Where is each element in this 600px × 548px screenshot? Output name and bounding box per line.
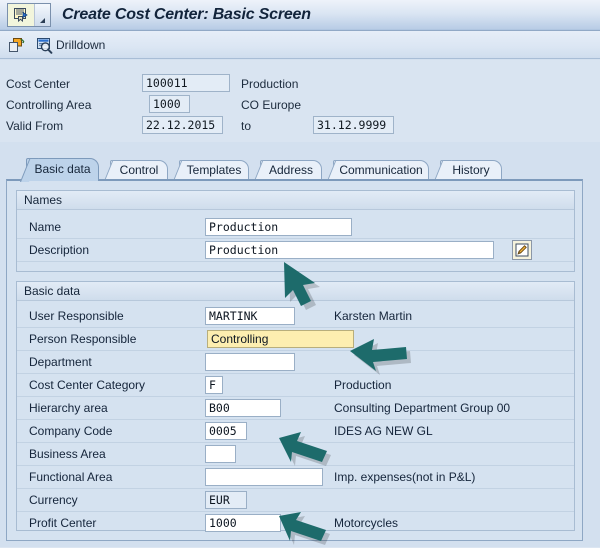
name-input[interactable]: Production xyxy=(205,218,352,236)
tab-address-label: Address xyxy=(268,163,314,177)
group-names: Names Name Production Description Produc… xyxy=(16,190,575,272)
profit-center-label: Profit Center xyxy=(29,516,97,530)
tab-history-label: History xyxy=(452,163,490,177)
sap-menu-icon xyxy=(8,4,35,26)
drilldown-label: Drilldown xyxy=(56,38,106,52)
system-menu-dropdown[interactable] xyxy=(35,4,50,26)
tab-address[interactable]: Address xyxy=(260,160,322,180)
tab-basic-data-label: Basic data xyxy=(34,162,91,176)
tab-templates[interactable]: Templates xyxy=(179,160,249,180)
tab-basic-data[interactable]: Basic data xyxy=(26,158,99,181)
description-label: Description xyxy=(29,243,90,257)
business-area-input[interactable] xyxy=(205,445,236,463)
copy-object-button[interactable] xyxy=(8,35,26,55)
company-code-label: Company Code xyxy=(29,424,113,438)
drilldown-button[interactable]: Drilldown xyxy=(36,35,105,55)
application-toolbar: Drilldown xyxy=(0,31,600,59)
group-basic-data-header: Basic data xyxy=(17,282,574,301)
valid-to-label: to xyxy=(241,119,252,133)
cost-center-description-text: Production xyxy=(241,77,299,91)
valid-from-input[interactable]: 22.12.2015 xyxy=(142,116,223,134)
person-responsible-input[interactable]: Controlling xyxy=(207,330,354,348)
field-row-name: Name Production xyxy=(17,216,574,239)
page-title: Create Cost Center: Basic Screen xyxy=(62,6,311,23)
field-row-hierarchy-area: Hierarchy area B00 Consulting Department… xyxy=(17,397,574,420)
header-row-valid-from: Valid From 22.12.2015 to 31.12.9999 xyxy=(0,116,600,136)
caret-down-left-icon xyxy=(40,18,45,23)
tab-control[interactable]: Control xyxy=(110,160,168,180)
header-row-controlling-area: Controlling Area 1000 CO Europe xyxy=(0,95,600,115)
currency-label: Currency xyxy=(29,493,78,507)
description-input[interactable]: Production xyxy=(205,241,494,259)
field-row-profit-center: Profit Center 1000 Motorcycles xyxy=(17,512,574,535)
field-row-currency: Currency EUR xyxy=(17,489,574,512)
user-responsible-label: User Responsible xyxy=(29,309,124,323)
company-code-input[interactable]: 0005 xyxy=(205,422,247,440)
company-code-text: IDES AG NEW GL xyxy=(334,424,433,438)
hierarchy-area-text: Consulting Department Group 00 xyxy=(334,401,511,415)
profit-center-input[interactable]: 1000 xyxy=(205,514,281,532)
tabstrip: Basic data Control Templates Address Com… xyxy=(0,158,600,181)
field-row-business-area: Business Area xyxy=(17,443,574,466)
field-row-cost-center-category: Cost Center Category F Production xyxy=(17,374,574,397)
hierarchy-area-label: Hierarchy area xyxy=(29,401,108,415)
profit-center-text: Motorcycles xyxy=(334,516,399,530)
tab-history[interactable]: History xyxy=(440,160,502,180)
header-row-cost-center: Cost Center 100011 Production xyxy=(0,74,600,94)
name-label: Name xyxy=(29,220,62,234)
functional-area-label: Functional Area xyxy=(29,470,113,484)
user-responsible-input[interactable]: MARTINK xyxy=(205,307,295,325)
user-responsible-name-text: Karsten Martin xyxy=(334,309,413,323)
window-titlebar: Create Cost Center: Basic Screen xyxy=(0,0,600,31)
tab-communication[interactable]: Communication xyxy=(333,160,429,180)
controlling-area-description-text: CO Europe xyxy=(241,98,302,112)
controlling-area-input[interactable]: 1000 xyxy=(149,95,190,113)
cost-center-input[interactable]: 100011 xyxy=(142,74,230,92)
cost-center-category-input[interactable]: F xyxy=(205,376,223,394)
group-basic-data: Basic data User Responsible MARTINK Kars… xyxy=(16,281,575,532)
field-row-user-responsible: User Responsible MARTINK Karsten Martin xyxy=(17,305,574,328)
currency-input[interactable]: EUR xyxy=(205,491,247,509)
department-label: Department xyxy=(29,355,92,369)
group-names-header: Names xyxy=(17,191,574,210)
valid-from-label: Valid From xyxy=(6,119,64,133)
system-menu-button[interactable] xyxy=(7,3,51,27)
tab-control-label: Control xyxy=(119,163,159,177)
magnifier-drilldown-icon xyxy=(37,37,53,54)
copy-object-icon xyxy=(9,37,25,52)
pencil-edit-icon xyxy=(515,243,529,257)
field-row-department: Department xyxy=(17,351,574,374)
controlling-area-label: Controlling Area xyxy=(6,98,92,112)
description-edit-button[interactable] xyxy=(512,240,532,260)
header-key-fields: Cost Center 100011 Production Controllin… xyxy=(0,60,600,142)
tab-templates-label: Templates xyxy=(186,163,242,177)
field-row-person-responsible: Person Responsible Controlling xyxy=(17,328,574,351)
cost-center-category-label: Cost Center Category xyxy=(29,378,146,392)
business-area-label: Business Area xyxy=(29,447,106,461)
functional-area-input[interactable] xyxy=(205,468,323,486)
tab-communication-label: Communication xyxy=(339,163,423,177)
person-responsible-label: Person Responsible xyxy=(29,332,137,346)
functional-area-text: Imp. expenses(not in P&L) xyxy=(334,470,476,484)
tab-content-panel: Names Name Production Description Produc… xyxy=(6,179,583,541)
field-row-description: Description Production xyxy=(17,239,574,262)
sap-create-cost-center-screen: Create Cost Center: Basic Screen Drilldo… xyxy=(0,0,600,547)
cost-center-category-text: Production xyxy=(334,378,392,392)
hierarchy-area-input[interactable]: B00 xyxy=(205,399,281,417)
department-input[interactable] xyxy=(205,353,295,371)
field-row-functional-area: Functional Area Imp. expenses(not in P&L… xyxy=(17,466,574,489)
valid-to-input[interactable]: 31.12.9999 xyxy=(313,116,394,134)
cost-center-label: Cost Center xyxy=(6,77,71,91)
field-row-company-code: Company Code 0005 IDES AG NEW GL xyxy=(17,420,574,443)
